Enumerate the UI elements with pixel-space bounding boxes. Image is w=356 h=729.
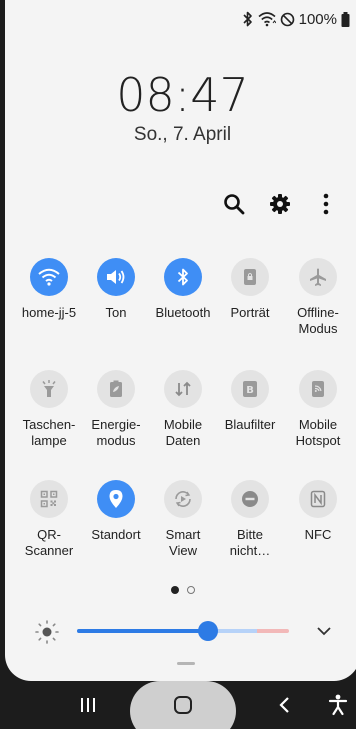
tile-label: Taschen-lampe — [22, 417, 76, 448]
speaker-icon — [107, 270, 125, 284]
tile-label: Offline- Modus — [297, 305, 339, 336]
more-vert-icon[interactable] — [314, 192, 338, 216]
location-pin-icon — [109, 490, 123, 508]
battery-icon — [341, 11, 350, 27]
tile-label: home-jj-5 — [21, 305, 77, 320]
tile-label: Mobile Hotspot — [295, 417, 341, 448]
tile-nfc-button[interactable] — [299, 480, 337, 518]
tile-label: Bitte nicht… — [229, 527, 271, 558]
tile-bluetooth-button[interactable] — [164, 258, 202, 296]
tile-qr[interactable]: QR- Scanner — [13, 480, 85, 559]
brightness-sun-icon — [33, 618, 61, 646]
clock-date: So., 7. April — [133, 124, 232, 145]
bluetooth-icon — [177, 268, 188, 286]
tile-label: Bluetooth — [155, 305, 211, 320]
tile-label: Smart View — [165, 527, 201, 558]
tile-location-button[interactable] — [97, 480, 135, 518]
panel-drag-handle[interactable] — [177, 662, 195, 665]
do-not-disturb-status-icon — [280, 12, 295, 27]
tile-flashlight-button[interactable] — [30, 370, 68, 408]
quick-settings-panel: 100% 08:47 So., 7. April home-jj-5 Ton B… — [5, 0, 356, 681]
brightness-slider-thumb[interactable] — [198, 621, 219, 641]
tile-label: Blaufilter — [224, 417, 276, 432]
battery-text: 100% — [298, 10, 337, 28]
gear-icon[interactable] — [268, 192, 292, 216]
wifi-icon — [258, 11, 276, 27]
nfc-icon — [310, 490, 326, 508]
tile-qr-button[interactable] — [30, 480, 68, 518]
tile-hotspot-button[interactable] — [299, 370, 337, 408]
tile-offline[interactable]: Offline- Modus — [282, 258, 354, 337]
tile-nfc[interactable]: NFC — [282, 480, 354, 543]
tile-sound-button[interactable] — [97, 258, 135, 296]
tile-wifi[interactable]: home-jj-5 — [13, 258, 85, 321]
chevron-down-icon[interactable] — [314, 621, 334, 641]
panel-toolbar — [222, 192, 338, 216]
qr-code-icon — [40, 490, 58, 508]
tile-row: Taschen-lampe Energie-modus Mobile Daten … — [5, 370, 356, 480]
tile-bluefilter-button[interactable]: B — [231, 370, 269, 408]
search-icon[interactable] — [222, 192, 246, 216]
tile-offline-button[interactable] — [299, 258, 337, 296]
tile-sound[interactable]: Ton — [80, 258, 152, 321]
home-icon[interactable] — [165, 681, 201, 729]
tile-label: Energie-modus — [91, 417, 141, 448]
page-dot[interactable] — [186, 586, 195, 594]
tile-label: Porträt — [230, 305, 270, 320]
hotspot-icon — [312, 381, 324, 397]
brightness-control — [5, 615, 356, 647]
accessibility-icon[interactable] — [320, 681, 356, 729]
portrait-lock-icon — [244, 269, 256, 285]
tile-wifi-button[interactable] — [30, 258, 68, 296]
tile-row: QR- Scanner Standort Smart View Bitte nicht… — [5, 480, 356, 590]
bluetooth-icon — [242, 11, 254, 27]
tile-location[interactable]: Standort — [80, 480, 152, 543]
tile-flashlight[interactable]: Taschen-lampe — [13, 370, 85, 449]
tile-label: Standort — [91, 527, 141, 542]
wifi-icon — [38, 268, 60, 286]
tile-dnd[interactable]: Bitte nicht… — [214, 480, 286, 559]
airplane-icon — [310, 268, 326, 286]
tile-mobile-data[interactable]: Mobile Daten — [147, 370, 219, 449]
tile-portrait[interactable]: Porträt — [214, 258, 286, 321]
navigation-bar — [0, 681, 356, 729]
tile-bluefilter[interactable]: B Blaufilter — [214, 370, 286, 433]
page-dot-active[interactable] — [170, 586, 179, 594]
tile-smartview[interactable]: Smart View — [147, 480, 219, 559]
tile-smartview-button[interactable] — [164, 480, 202, 518]
tile-label: Ton — [105, 305, 127, 320]
recents-icon[interactable] — [70, 681, 106, 729]
tile-power-button[interactable] — [97, 370, 135, 408]
tile-mobile-data-button[interactable] — [164, 370, 202, 408]
do-not-disturb-icon — [242, 491, 258, 507]
smart-view-icon — [175, 491, 191, 507]
svg-text:B: B — [246, 385, 254, 396]
tile-power[interactable]: Energie-modus — [80, 370, 152, 449]
page-indicator — [5, 586, 356, 594]
tile-row: home-jj-5 Ton Bluetooth Porträt Offline-… — [5, 258, 356, 368]
tile-dnd-button[interactable] — [231, 480, 269, 518]
clock-time: 08:47 — [116, 68, 249, 122]
tile-label: QR- Scanner — [24, 527, 74, 558]
tile-label: Mobile Daten — [163, 417, 203, 448]
tile-bluetooth[interactable]: Bluetooth — [147, 258, 219, 321]
tile-portrait-button[interactable] — [231, 258, 269, 296]
brightness-slider-fill — [77, 629, 209, 633]
battery-saver-icon — [110, 380, 122, 397]
status-bar: 100% — [242, 9, 350, 29]
brightness-slider-track[interactable] — [77, 621, 289, 641]
blue-light-filter-icon: B — [243, 381, 257, 397]
tile-hotspot[interactable]: Mobile Hotspot — [282, 370, 354, 449]
back-icon[interactable] — [266, 681, 302, 729]
flashlight-icon — [42, 380, 56, 397]
tile-label: NFC — [304, 527, 332, 542]
data-arrows-icon — [175, 381, 191, 397]
